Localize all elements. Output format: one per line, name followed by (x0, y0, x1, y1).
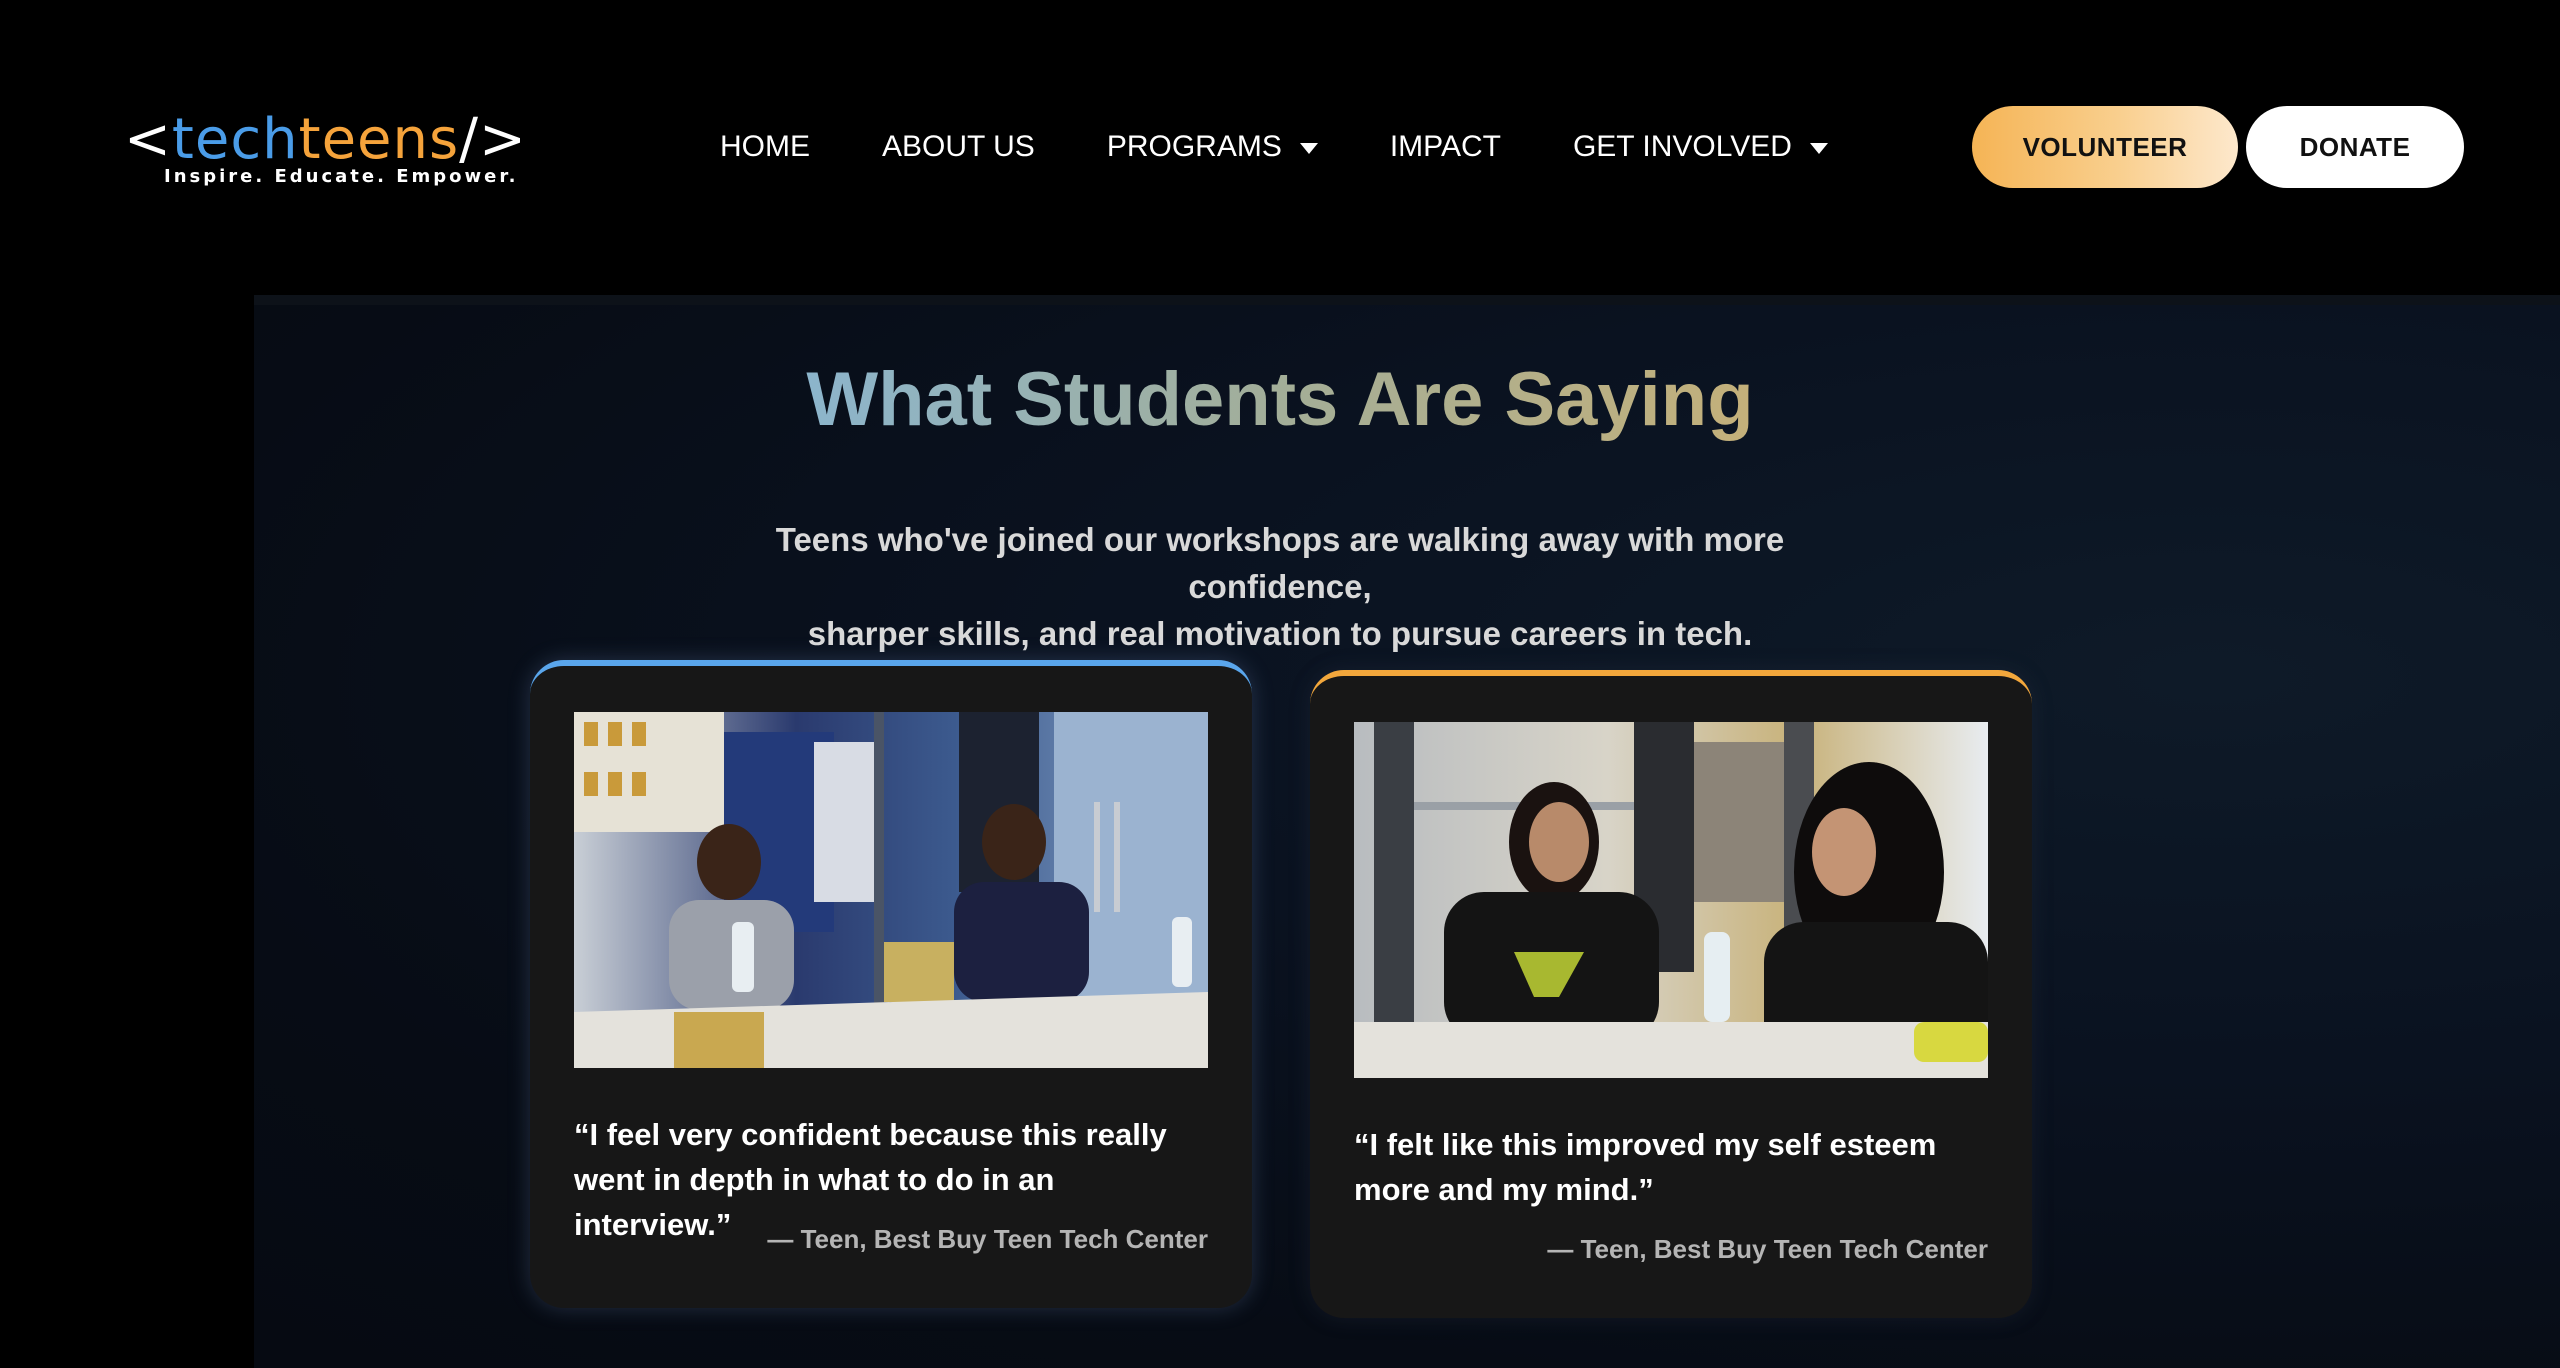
main-nav: HOME ABOUT US PROGRAMS IMPACT GET INVOLV… (720, 125, 1828, 169)
site-header: <techteens/> Inspire. Educate. Empower. … (0, 0, 2560, 295)
nav-item-get-involved[interactable]: GET INVOLVED (1573, 130, 1828, 164)
logo-open-bracket: < (124, 107, 172, 172)
subtitle-line: Teens who've joined our workshops are wa… (775, 521, 1785, 605)
logo-tagline: Inspire. Educate. Empower. (164, 166, 519, 187)
section-subtitle: Teens who've joined our workshops are wa… (680, 516, 1880, 657)
section-title-text: What Students Are Saying (806, 357, 1754, 442)
nav-item-impact[interactable]: IMPACT (1390, 130, 1501, 164)
caret-down-icon[interactable] (1809, 142, 1828, 154)
logo-teens-text: teens (298, 107, 460, 172)
testimonial-author: — Teen, Best Buy Teen Tech Center (767, 1224, 1208, 1254)
section-title: What Students Are Saying (0, 350, 2560, 450)
caret-down-icon[interactable] (1299, 142, 1318, 154)
nav-item-label: GET INVOLVED (1572, 130, 1792, 163)
testimonial-author: — Teen, Best Buy Teen Tech Center (1547, 1234, 1988, 1264)
nav-item-label: PROGRAMS (1106, 130, 1282, 163)
nav-item-home[interactable]: HOME (720, 130, 810, 164)
nav-item-label: ABOUT US (882, 130, 1035, 163)
subtitle-line: sharper skills, and real motivation to p… (807, 615, 1753, 652)
testimonial-quote: “I felt like this improved my self estee… (1354, 1127, 1937, 1207)
techteens-logo[interactable]: <techteens/> Inspire. Educate. Empower. (124, 107, 526, 198)
logo-close-bracket: /> (459, 107, 527, 172)
nav-item-label: IMPACT (1389, 130, 1501, 163)
nav-item-about-us[interactable]: ABOUT US (882, 130, 1035, 164)
testimonial-card: “I feel very confident because this real… (530, 660, 1252, 1308)
nav-item-programs[interactable]: PROGRAMS (1107, 130, 1318, 164)
logo-tech-text: tech (171, 107, 299, 172)
volunteer-button[interactable]: VOLUNTEER (1972, 106, 2238, 188)
donate-button[interactable]: DONATE (2246, 106, 2464, 188)
testimonial-photo (1354, 722, 1988, 1078)
testimonial-card: “I felt like this improved my self estee… (1310, 670, 2032, 1318)
testimonial-photo (574, 712, 1208, 1068)
logo-wordmark: <techteens/> (124, 107, 526, 172)
nav-item-label: HOME (720, 130, 810, 163)
